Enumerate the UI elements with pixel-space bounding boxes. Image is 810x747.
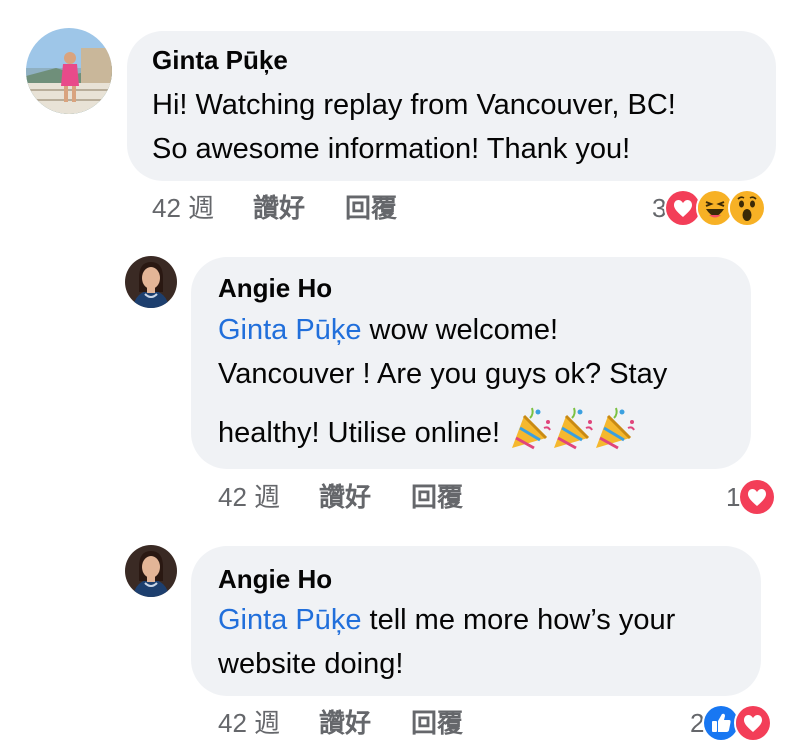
comment-actions: 42 週 讚好 回覆 [218,480,518,514]
reply-button[interactable]: 回覆 [345,191,397,225]
comment-author[interactable]: Angie Ho [218,564,761,594]
mention-link[interactable]: Ginta Pūķe [218,314,361,346]
avatar-photo [125,545,177,597]
comment-time[interactable]: 42 週 [218,480,280,514]
comment-text-line: Hi! Watching replay from Vancouver, BC! [152,89,676,121]
comment-text-line: Vancouver ! Are you guys ok? Stay [218,358,668,390]
comment-actions: 42 週 讚好 回覆 [218,706,518,740]
comment-bubble: Angie Ho Ginta Pūķe tell me more how’s y… [191,546,761,696]
avatar-angie[interactable] [125,256,177,308]
comment-text-line: So awesome information! Thank you! [152,133,631,165]
comment-text-line: tell me more how’s your [361,604,676,636]
party-popper-emoji-icon [510,406,636,463]
comment-author[interactable]: Ginta Pūķe [152,45,776,75]
reaction-summary[interactable]: 2 [690,703,773,743]
mention-link[interactable]: Ginta Pūķe [218,604,361,636]
like-button[interactable]: 讚好 [319,480,371,514]
avatar-photo [125,256,177,308]
wow-reaction-icon [728,189,767,227]
love-reaction-icon [738,478,777,516]
avatar-ginta[interactable] [26,28,112,114]
comment-time[interactable]: 42 週 [152,191,214,225]
comment-bubble: Ginta Pūķe Hi! Watching replay from Vanc… [127,31,776,181]
comment-text-line: healthy! Utilise online! [218,417,509,450]
avatar-angie[interactable] [125,545,177,597]
reply-button[interactable]: 回覆 [411,706,463,740]
reaction-summary[interactable]: 1 [726,477,777,517]
like-button[interactable]: 讚好 [253,191,305,225]
reply-button[interactable]: 回覆 [411,480,463,514]
reaction-summary[interactable]: 3 [652,188,767,228]
comment-text-line: wow welcome! [361,314,559,346]
comment-text-line: website doing! [218,648,404,680]
love-reaction-icon [734,704,773,742]
comment-actions: 42 週 讚好 回覆 [152,191,452,225]
comment-time[interactable]: 42 週 [218,706,280,740]
like-button[interactable]: 讚好 [319,706,371,740]
comment-bubble: Angie Ho Ginta Pūķe wow welcome! Vancouv… [191,257,751,469]
avatar-photo [26,28,112,114]
comment-author[interactable]: Angie Ho [218,273,751,303]
